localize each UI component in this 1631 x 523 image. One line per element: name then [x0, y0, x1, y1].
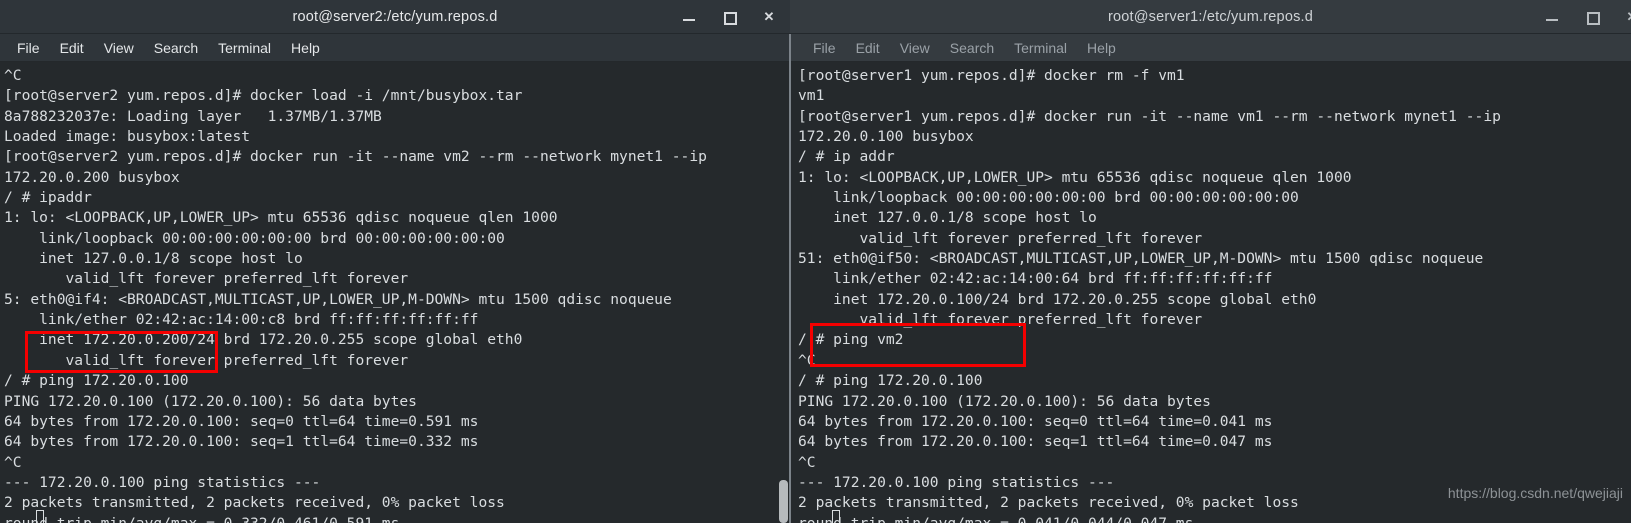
menu-view[interactable]: View [891, 37, 939, 59]
menu-help[interactable]: Help [282, 37, 329, 59]
menu-file[interactable]: File [804, 37, 845, 59]
titlebar-server1[interactable]: root@server1:/etc/yum.repos.d ✕ [790, 0, 1631, 34]
menu-file[interactable]: File [8, 37, 49, 59]
menu-terminal[interactable]: Terminal [209, 37, 280, 59]
close-icon[interactable]: ✕ [1625, 10, 1631, 24]
menu-terminal[interactable]: Terminal [1005, 37, 1076, 59]
window-controls-server1: ✕ [1545, 0, 1631, 34]
menu-search[interactable]: Search [145, 37, 207, 59]
screen-root: root@server1:/etc/yum.repos.d ✕ File Edi… [0, 0, 1631, 523]
maximize-icon[interactable] [1585, 10, 1600, 25]
minimize-icon[interactable] [1545, 10, 1559, 24]
menu-edit[interactable]: Edit [51, 37, 93, 59]
window-controls-server2: ✕ [682, 0, 782, 34]
scrollbar-thumb[interactable] [779, 480, 788, 523]
menu-help[interactable]: Help [1078, 37, 1125, 59]
window-title-server1: root@server1:/etc/yum.repos.d [1107, 8, 1314, 25]
terminal-cursor-server1 [832, 510, 840, 523]
minimize-icon[interactable] [682, 10, 696, 24]
menubar-server1: File Edit View Search Terminal Help [790, 34, 1631, 62]
terminal-cursor-server2 [36, 510, 44, 523]
terminal-body-server1[interactable]: [root@server1 yum.repos.d]# docker rm -f… [790, 62, 1631, 523]
terminal-window-server1[interactable]: root@server1:/etc/yum.repos.d ✕ File Edi… [790, 0, 1631, 523]
menu-view[interactable]: View [95, 37, 143, 59]
terminal-body-server2[interactable]: ^C [root@server2 yum.repos.d]# docker lo… [0, 62, 790, 523]
close-icon[interactable]: ✕ [762, 10, 776, 24]
window-title-server2: root@server2:/etc/yum.repos.d [292, 8, 498, 25]
menu-search[interactable]: Search [941, 37, 1003, 59]
terminal-output-server1: [root@server1 yum.repos.d]# docker rm -f… [798, 67, 1501, 523]
titlebar-server2[interactable]: root@server2:/etc/yum.repos.d ✕ [0, 0, 790, 34]
terminal-window-server2[interactable]: root@server2:/etc/yum.repos.d ✕ File Edi… [0, 0, 790, 523]
maximize-icon[interactable] [722, 10, 737, 25]
window-edge-divider [789, 34, 791, 523]
menubar-server2: File Edit View Search Terminal Help [0, 34, 790, 62]
terminal-output-server2: ^C [root@server2 yum.repos.d]# docker lo… [4, 67, 707, 523]
watermark-text: https://blog.csdn.net/qwejiaji [1447, 485, 1623, 501]
menu-edit[interactable]: Edit [847, 37, 889, 59]
